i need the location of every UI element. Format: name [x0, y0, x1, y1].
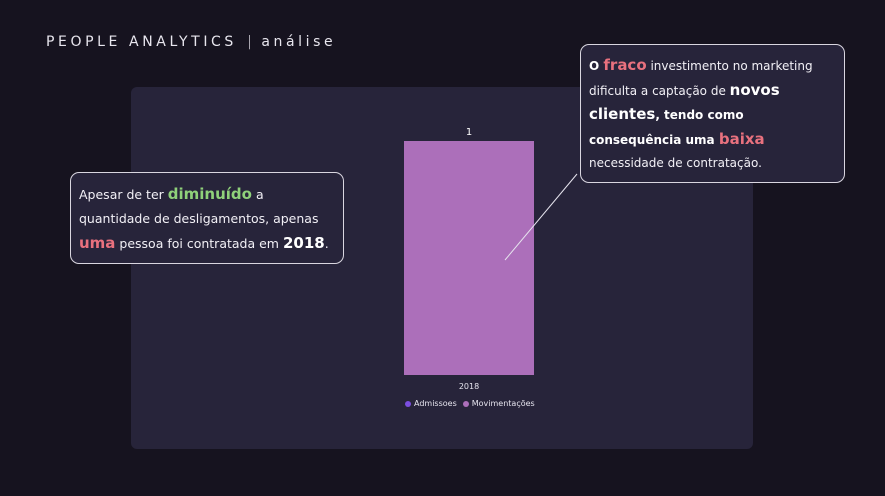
- bars-group: [404, 141, 534, 375]
- legend-label-movimentacoes: Movimentações: [471, 399, 535, 408]
- callout-left-highlight-diminuido: diminuído: [167, 185, 252, 203]
- callout-left-text-3: pessoa foi contratada em: [115, 236, 283, 251]
- legend-item-movimentacoes[interactable]: Movimentações: [462, 399, 535, 408]
- callout-right-text-3: necessidade de contratação.: [589, 156, 762, 170]
- callout-right: O fraco investimento no marketing dificu…: [580, 44, 845, 183]
- callout-left-highlight-year: 2018: [282, 234, 325, 252]
- x-tick-label: 2018: [459, 382, 479, 391]
- callout-left-text-4: .: [324, 236, 329, 251]
- callout-left-text-1: Apesar de ter: [79, 187, 168, 202]
- callout-right-highlight-fraco: fraco: [603, 56, 647, 74]
- callout-left-highlight-uma: uma: [79, 234, 116, 252]
- legend-marker-movimentacoes: [462, 400, 469, 407]
- bar-movimenta-es-2018[interactable]: [404, 141, 534, 375]
- legend-label-admissoes: Admissoes: [414, 399, 457, 408]
- callout-right-text-1: O: [589, 59, 604, 73]
- callout-left: Apesar de ter diminuído a quantidade de …: [70, 172, 344, 264]
- data-label: 1: [466, 127, 472, 138]
- callout-right-highlight-baixa: baixa: [718, 129, 765, 148]
- legend-marker-admissoes: [405, 400, 411, 407]
- chart-legend: Admissoes Movimentações: [405, 399, 535, 408]
- legend-item-admissoes[interactable]: Admissoes: [405, 399, 457, 408]
